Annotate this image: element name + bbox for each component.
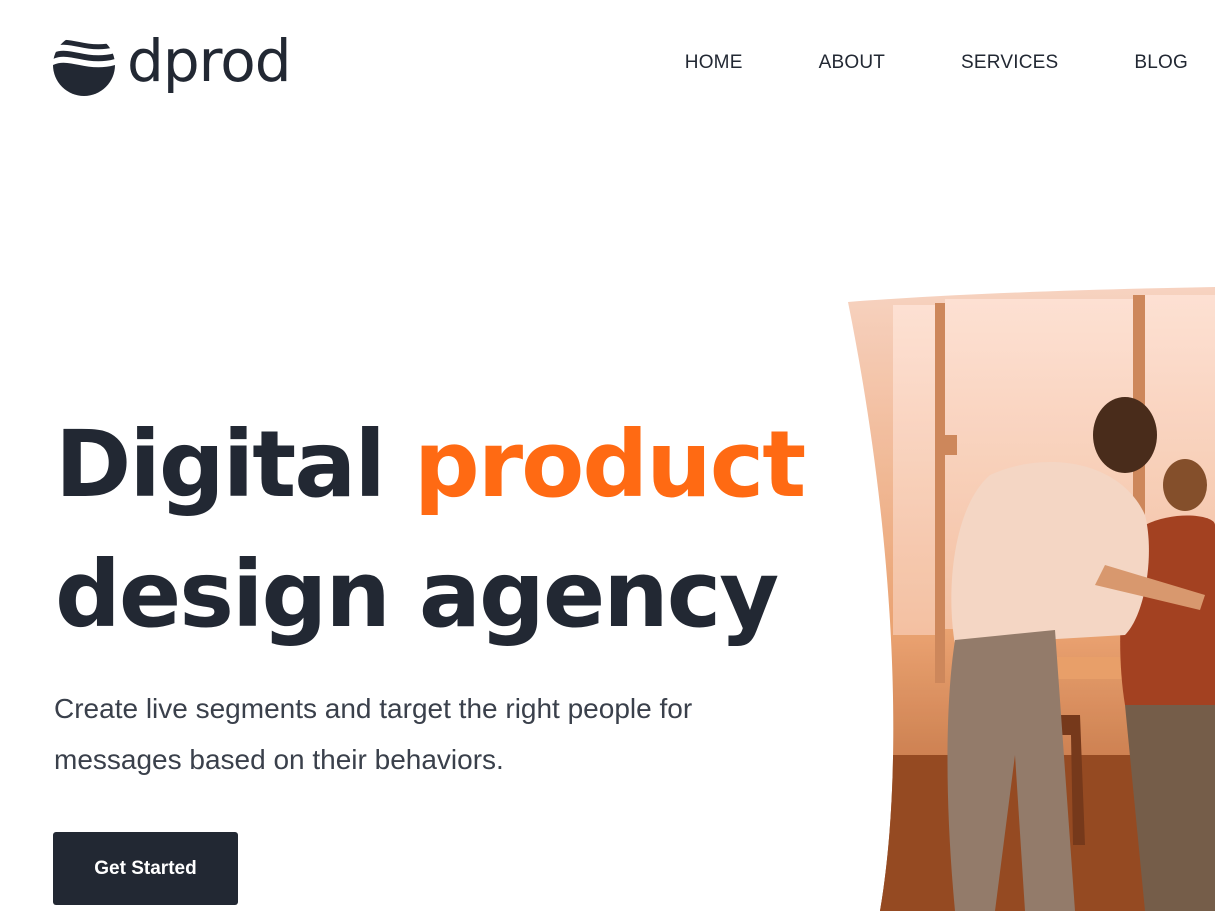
hero-title-accent: product	[413, 411, 806, 518]
hero-title: Digital product design agency	[55, 400, 806, 660]
logo-text: dprod	[127, 27, 292, 95]
hero-title-prefix: Digital	[55, 411, 414, 518]
landing-page: dprod HOME ABOUT SERVICES BLOG Digital p…	[0, 0, 1215, 911]
nav-item-home[interactable]: HOME	[685, 52, 743, 74]
nav-item-blog[interactable]: BLOG	[1134, 52, 1188, 74]
hero-subtitle: Create live segments and target the righ…	[54, 693, 693, 775]
nav-item-services[interactable]: SERVICES	[961, 52, 1058, 74]
get-started-button[interactable]: Get Started	[53, 832, 238, 905]
hero-title-line2: design agency	[55, 541, 779, 648]
main-nav: HOME ABOUT SERVICES BLOG	[685, 52, 1188, 74]
nav-item-about[interactable]: ABOUT	[819, 52, 885, 74]
hero-photo	[848, 287, 1215, 911]
logo-wave-icon	[53, 34, 115, 96]
logo-link[interactable]: dprod	[53, 27, 292, 98]
